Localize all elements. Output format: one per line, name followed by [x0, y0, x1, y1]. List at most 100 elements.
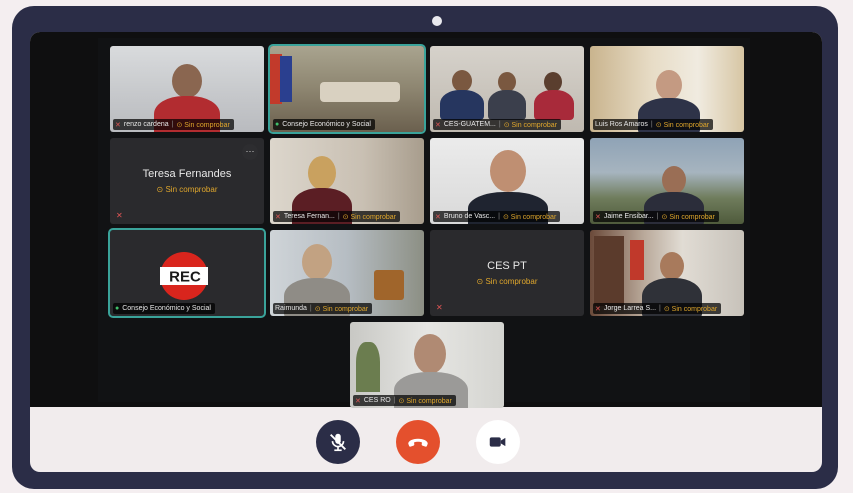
- person-head: [302, 244, 332, 280]
- mic-off-icon: ✕: [595, 305, 601, 313]
- participant-name: renzo cardena: [123, 121, 169, 128]
- unverified-status: ⊙ Sin comprobar: [663, 305, 718, 313]
- participant-tile-active[interactable]: REC ● Consejo Económico y Social: [108, 228, 266, 318]
- participant-nametag: Luis Ros Amaros | ⊙ Sin comprobar: [593, 119, 714, 130]
- unverified-status-label: Sin comprobar: [669, 213, 715, 221]
- separator: |: [171, 121, 174, 128]
- participant-nametag: ✕ Jaime Ensibar... | ⊙ Sin comprobar: [593, 211, 719, 222]
- person-head: [662, 166, 686, 194]
- unverified-status: ⊙ Sin comprobar: [655, 121, 710, 129]
- mic-on-icon: ●: [275, 121, 280, 128]
- svg-text:REC: REC: [169, 269, 201, 286]
- person-head: [452, 70, 472, 92]
- participant-nametag: ✕ CES-GUATEM... | ⊙ Sin comprobar: [433, 119, 562, 130]
- person-body: [440, 90, 484, 120]
- unverified-status: ⊙ Sin comprobar: [314, 305, 369, 313]
- participant-name: CES RO: [363, 397, 391, 404]
- unverified-status-label: Sin comprobar: [350, 213, 397, 221]
- person-head: [490, 150, 526, 192]
- unverified-status: ⊙ Sin comprobar: [176, 121, 230, 129]
- video-grid: ✕ renzo cardena | ⊙ Sin comprobar ● Cons…: [98, 38, 750, 408]
- participant-tile[interactable]: ✕ CES RO | ⊙ Sin comprobar: [350, 322, 504, 408]
- separator: |: [309, 305, 312, 312]
- unverified-status-label: Sin comprobar: [511, 121, 558, 129]
- participant-tile[interactable]: ✕ Jaime Ensibar... | ⊙ Sin comprobar: [590, 138, 744, 224]
- unverified-status: ⊙ Sin comprobar: [398, 397, 452, 405]
- mute-button[interactable]: [316, 420, 360, 464]
- unverified-status-label: Sin comprobar: [485, 277, 538, 286]
- mic-off-icon: ✕: [116, 211, 123, 220]
- unverified-status-label: Sin comprobar: [406, 397, 452, 405]
- plant: [356, 342, 380, 392]
- more-options-icon[interactable]: ⋯: [242, 144, 258, 160]
- participant-name: Jaime Ensibar...: [603, 213, 654, 220]
- unverified-status-label: Sin comprobar: [165, 185, 218, 194]
- participant-nametag: ✕ Teresa Fernan... | ⊙ Sin comprobar: [273, 211, 401, 222]
- participant-nametag: ✕ Jorge Larrea S... | ⊙ Sin comprobar: [593, 303, 722, 314]
- unverified-status-label: Sin comprobar: [663, 121, 710, 129]
- participant-tile[interactable]: ✕ Teresa Fernan... | ⊙ Sin comprobar: [270, 138, 424, 224]
- webcam-dot: [430, 14, 444, 28]
- mic-off-icon: ✕: [436, 303, 443, 312]
- unverified-status: ⊙ Sin comprobar: [661, 213, 715, 221]
- participant-name: Jorge Larrea S...: [603, 305, 657, 312]
- conference-table: [320, 82, 400, 102]
- participant-nametag: ✕ renzo cardena | ⊙ Sin comprobar: [113, 119, 234, 130]
- unverified-status: ⊙ Sin comprobar: [156, 185, 218, 194]
- separator: |: [656, 213, 659, 220]
- flag-icon: [630, 240, 644, 280]
- separator: |: [393, 397, 396, 404]
- participant-name: Raimunda: [275, 305, 307, 312]
- mic-off-icon: ✕: [595, 213, 601, 221]
- bookshelf: [594, 236, 624, 306]
- person-head: [544, 72, 562, 92]
- participant-name: Teresa Fernan...: [283, 213, 335, 220]
- mic-off-icon: ✕: [115, 121, 121, 129]
- mic-off-icon: ✕: [435, 213, 441, 221]
- mic-off-icon: ✕: [275, 213, 281, 221]
- hang-up-button[interactable]: [396, 420, 440, 464]
- participant-name: Luis Ros Amaros: [595, 121, 648, 128]
- unverified-status-label: Sin comprobar: [510, 213, 557, 221]
- participant-tile[interactable]: ✕ renzo cardena | ⊙ Sin comprobar: [110, 46, 264, 132]
- unverified-status: ⊙ Sin comprobar: [502, 213, 557, 221]
- rec-logo: REC: [160, 252, 208, 300]
- mic-off-icon: ✕: [435, 121, 441, 129]
- participant-tile-no-video[interactable]: ⋯ Teresa Fernandes ⊙ Sin comprobar ✕: [110, 138, 264, 224]
- person-head: [172, 64, 202, 98]
- participant-name: Consejo Económico y Social: [122, 305, 211, 312]
- device-frame: ✕ renzo cardena | ⊙ Sin comprobar ● Cons…: [12, 6, 838, 489]
- participant-tile-no-video[interactable]: CES PT ⊙ Sin comprobar ✕: [430, 230, 584, 316]
- participant-name: CES-GUATEM...: [443, 121, 496, 128]
- participant-name: CES PT: [487, 260, 527, 272]
- participant-tile[interactable]: ✕ Bruno de Vasc... | ⊙ Sin comprobar: [430, 138, 584, 224]
- unverified-status: ⊙ Sin comprobar: [476, 277, 538, 286]
- camera-toggle-button[interactable]: [476, 420, 520, 464]
- participant-nametag: Raimunda | ⊙ Sin comprobar: [273, 303, 373, 314]
- participant-tile[interactable]: ✕ CES-GUATEM... | ⊙ Sin comprobar: [430, 46, 584, 132]
- participant-nametag: ✕ CES RO | ⊙ Sin comprobar: [353, 395, 456, 406]
- person-head: [308, 156, 336, 190]
- participant-tile[interactable]: ✕ Jorge Larrea S... | ⊙ Sin comprobar: [590, 230, 744, 316]
- participant-tile[interactable]: Raimunda | ⊙ Sin comprobar: [270, 230, 424, 316]
- person-head: [656, 70, 682, 100]
- person-head: [498, 72, 516, 92]
- participant-tile[interactable]: Luis Ros Amaros | ⊙ Sin comprobar: [590, 46, 744, 132]
- video-camera-icon: [489, 437, 506, 447]
- call-area: ✕ renzo cardena | ⊙ Sin comprobar ● Cons…: [30, 32, 822, 408]
- separator: |: [498, 121, 501, 128]
- background-object: [374, 270, 404, 300]
- screen: ✕ renzo cardena | ⊙ Sin comprobar ● Cons…: [30, 32, 822, 472]
- participant-tile-active[interactable]: ● Consejo Económico y Social: [268, 44, 426, 134]
- mic-on-icon: ●: [115, 305, 120, 312]
- separator: |: [498, 213, 500, 220]
- separator: |: [337, 213, 340, 220]
- mic-off-icon: ✕: [355, 397, 361, 405]
- unverified-status-label: Sin comprobar: [184, 121, 230, 129]
- person-body: [534, 90, 574, 120]
- unverified-status: ⊙ Sin comprobar: [342, 213, 397, 221]
- person-head: [660, 252, 684, 280]
- flag-icon: [280, 56, 292, 102]
- participant-name: Consejo Económico y Social: [282, 121, 371, 128]
- unverified-status-label: Sin comprobar: [322, 305, 369, 313]
